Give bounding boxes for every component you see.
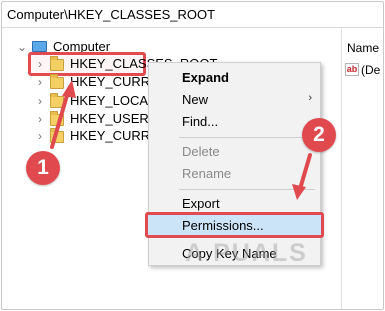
step1-arrow-icon (50, 90, 70, 149)
step-1-badge: 1 (26, 151, 60, 185)
step2-arrow-icon (298, 153, 312, 191)
step-2-badge: 2 (302, 118, 336, 152)
step2-arrowhead-icon (292, 184, 306, 200)
appuals-watermark: A PUALS (185, 239, 308, 267)
step1-arrowhead-icon (62, 80, 76, 98)
